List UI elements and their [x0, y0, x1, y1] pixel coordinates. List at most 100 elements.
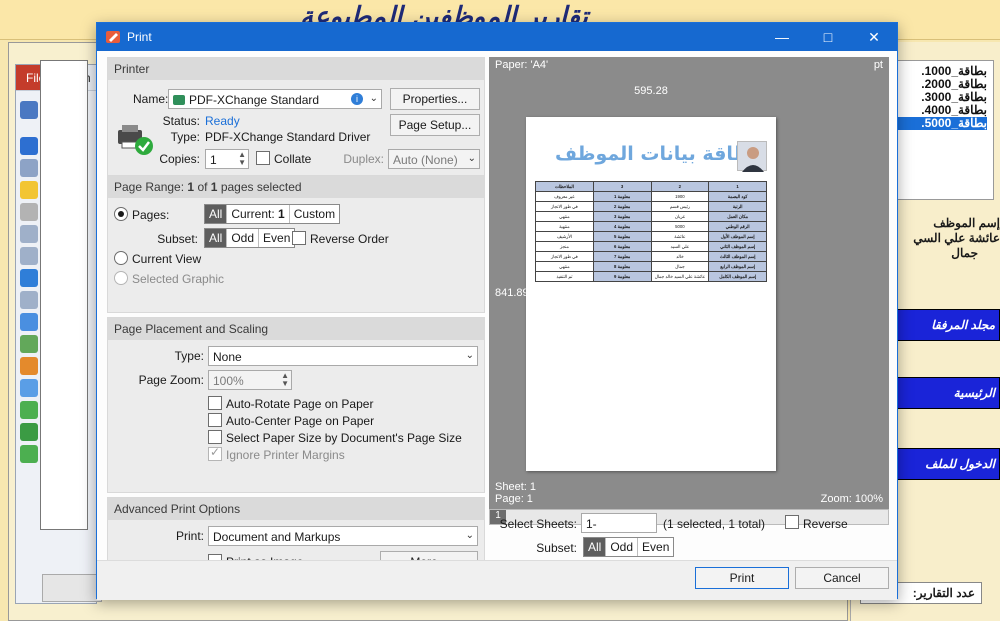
type-label: Type: [174, 349, 204, 363]
page-zoom-spinner[interactable]: ▲ ▼ [281, 372, 289, 388]
duplex-select[interactable]: Auto (None) ⌄ [388, 149, 480, 169]
preview-footer: Sheet: 1 Page: 1 Zoom: 100% [489, 481, 889, 505]
page-range-suffix: pages selected [220, 180, 302, 194]
pages-custom-option[interactable]: Custom [289, 205, 340, 223]
subset-segment: All Odd Even [204, 228, 296, 248]
subset-odd-option[interactable]: Odd [227, 229, 260, 247]
subset-even-option[interactable]: Even [259, 229, 295, 247]
layers-icon[interactable] [20, 269, 38, 287]
document-list-icon[interactable] [20, 247, 38, 265]
ignore-margins-checkbox[interactable]: ✓ [208, 445, 222, 461]
selected-graphic-label: Selected Graphic [132, 272, 225, 286]
preview-header: Paper: 'A4' pt [489, 57, 889, 75]
pages-current-option[interactable]: Current: 1 [227, 205, 290, 223]
comment-icon[interactable] [20, 181, 38, 199]
zoom-label: Zoom: 100% [820, 493, 883, 505]
paper-size-label: Paper: 'A4' [495, 59, 549, 71]
page-range-of: of [197, 180, 208, 194]
grid-icon[interactable] [20, 401, 38, 419]
collate-label: Collate [274, 152, 312, 166]
dialog-footer: Print Cancel [97, 560, 897, 600]
page-setup-button[interactable]: Page Setup... [390, 114, 480, 136]
reverse-order-checkbox[interactable] [292, 231, 306, 245]
maximize-button[interactable]: □ [805, 23, 851, 51]
page-range-total-count: 1 [210, 180, 218, 194]
save-icon[interactable] [20, 101, 38, 119]
close-button[interactable]: ✕ [851, 23, 897, 51]
subset-all-option[interactable]: All [205, 229, 228, 247]
document-icon[interactable] [20, 225, 38, 243]
employee-photo [737, 141, 767, 172]
printer-section: Printer Name: PDF-XChange Standard i ⌄ P… [107, 57, 485, 179]
auto-rotate-checkbox[interactable] [208, 396, 222, 410]
sheet-label: Sheet: 1 [495, 481, 536, 493]
location-icon[interactable] [20, 313, 38, 331]
card-table-cell: 5000 [650, 221, 710, 232]
card-table-cell: منجز [535, 241, 594, 252]
card-table-row: تم التنفيذ معلومة 9 عائشة علي السيد خالد ج… [535, 271, 767, 282]
minimize-button[interactable]: — [759, 23, 805, 51]
pages-radio[interactable] [114, 207, 128, 221]
add-document-icon[interactable] [20, 445, 38, 463]
print-dialog: Print — □ ✕ Printer Name: PDF-XChange St… [96, 22, 898, 600]
ignore-margins-label: Ignore Printer Margins [226, 448, 345, 462]
printer-section-header: Printer [108, 58, 484, 80]
subset-label: Subset: [157, 232, 198, 246]
sheets-subset-odd[interactable]: Odd [606, 538, 639, 556]
page-range-header: Page Range: 1 of 1 pages selected [108, 176, 484, 198]
card-table-cell: إسم الموظف الكامل [708, 271, 767, 282]
print-what-select[interactable]: Document and Markups ⌄ [208, 526, 478, 546]
sheets-subset-label: Subset: [536, 541, 577, 555]
printer-name-select[interactable]: PDF-XChange Standard i ⌄ [168, 89, 382, 109]
card-table-row: الملاحظات 3 2 1 [535, 181, 767, 192]
pages-all-option[interactable]: All [205, 205, 228, 223]
accessibility-icon[interactable] [20, 423, 38, 441]
cancel-button[interactable]: Cancel [795, 567, 889, 589]
card-table-row: منتهية معلومة 4 5000 الرقم الوطني [535, 221, 767, 232]
reverse-checkbox[interactable] [785, 515, 799, 529]
copies-input[interactable]: 1 ▲ ▼ [205, 149, 249, 169]
reader-status-tray [42, 574, 102, 602]
select-sheets-input[interactable]: 1- [581, 513, 657, 533]
properties-button[interactable]: Properties... [390, 88, 480, 110]
tree-icon[interactable] [20, 335, 38, 353]
placement-section: Page Placement and Scaling Type: None ⌄ … [107, 317, 485, 493]
pages-icon[interactable] [20, 159, 38, 177]
card-table-cell: رئيس قسم [650, 201, 710, 212]
collate-checkbox[interactable] [256, 151, 270, 165]
sheets-subset-even[interactable]: Even [638, 538, 674, 556]
info-icon[interactable]: i [351, 93, 363, 105]
selected-graphic-radio[interactable] [114, 271, 128, 285]
card-table-cell: منتهي [535, 261, 594, 272]
card-table-cell: الرتبة [708, 201, 767, 212]
paper-width-ruler: 595.28 [634, 85, 668, 97]
attachment-icon[interactable] [20, 203, 38, 221]
printer-name-value: PDF-XChange Standard [189, 93, 320, 107]
page-zoom-input[interactable]: 100% ▲ ▼ [208, 370, 292, 390]
print-button[interactable]: Print [695, 567, 789, 589]
sheets-subset-all[interactable]: All [584, 538, 607, 556]
type-label: Type: [170, 130, 200, 144]
card-table-cell: الأرشيف [535, 231, 594, 242]
card-table-cell: في طور الانجاز [535, 201, 594, 212]
tag-icon[interactable] [20, 379, 38, 397]
content-icon[interactable] [20, 291, 38, 309]
background-document-page [40, 60, 88, 530]
card-table-row: منتهي معلومة 3 غريان مكان العمل [535, 211, 767, 222]
sheets-info: (1 selected, 1 total) [663, 517, 766, 531]
pages-current-number: 1 [278, 207, 285, 221]
chevron-down-icon: ⌄ [465, 530, 474, 541]
placement-type-select[interactable]: None ⌄ [208, 346, 478, 366]
placement-type-value: None [213, 350, 242, 364]
copies-spinner[interactable]: ▲ ▼ [238, 151, 246, 167]
printer-icon [118, 125, 153, 155]
bookmark-icon[interactable] [20, 137, 38, 155]
select-paper-checkbox[interactable] [208, 430, 222, 444]
current-view-radio[interactable] [114, 251, 128, 265]
link-icon[interactable] [20, 357, 38, 375]
printer-small-icon [173, 95, 185, 105]
type-value: PDF-XChange Standard Driver [205, 130, 371, 144]
auto-center-checkbox[interactable] [208, 413, 222, 427]
auto-center-label: Auto-Center Page on Paper [226, 414, 375, 428]
current-view-label: Current View [132, 252, 202, 266]
